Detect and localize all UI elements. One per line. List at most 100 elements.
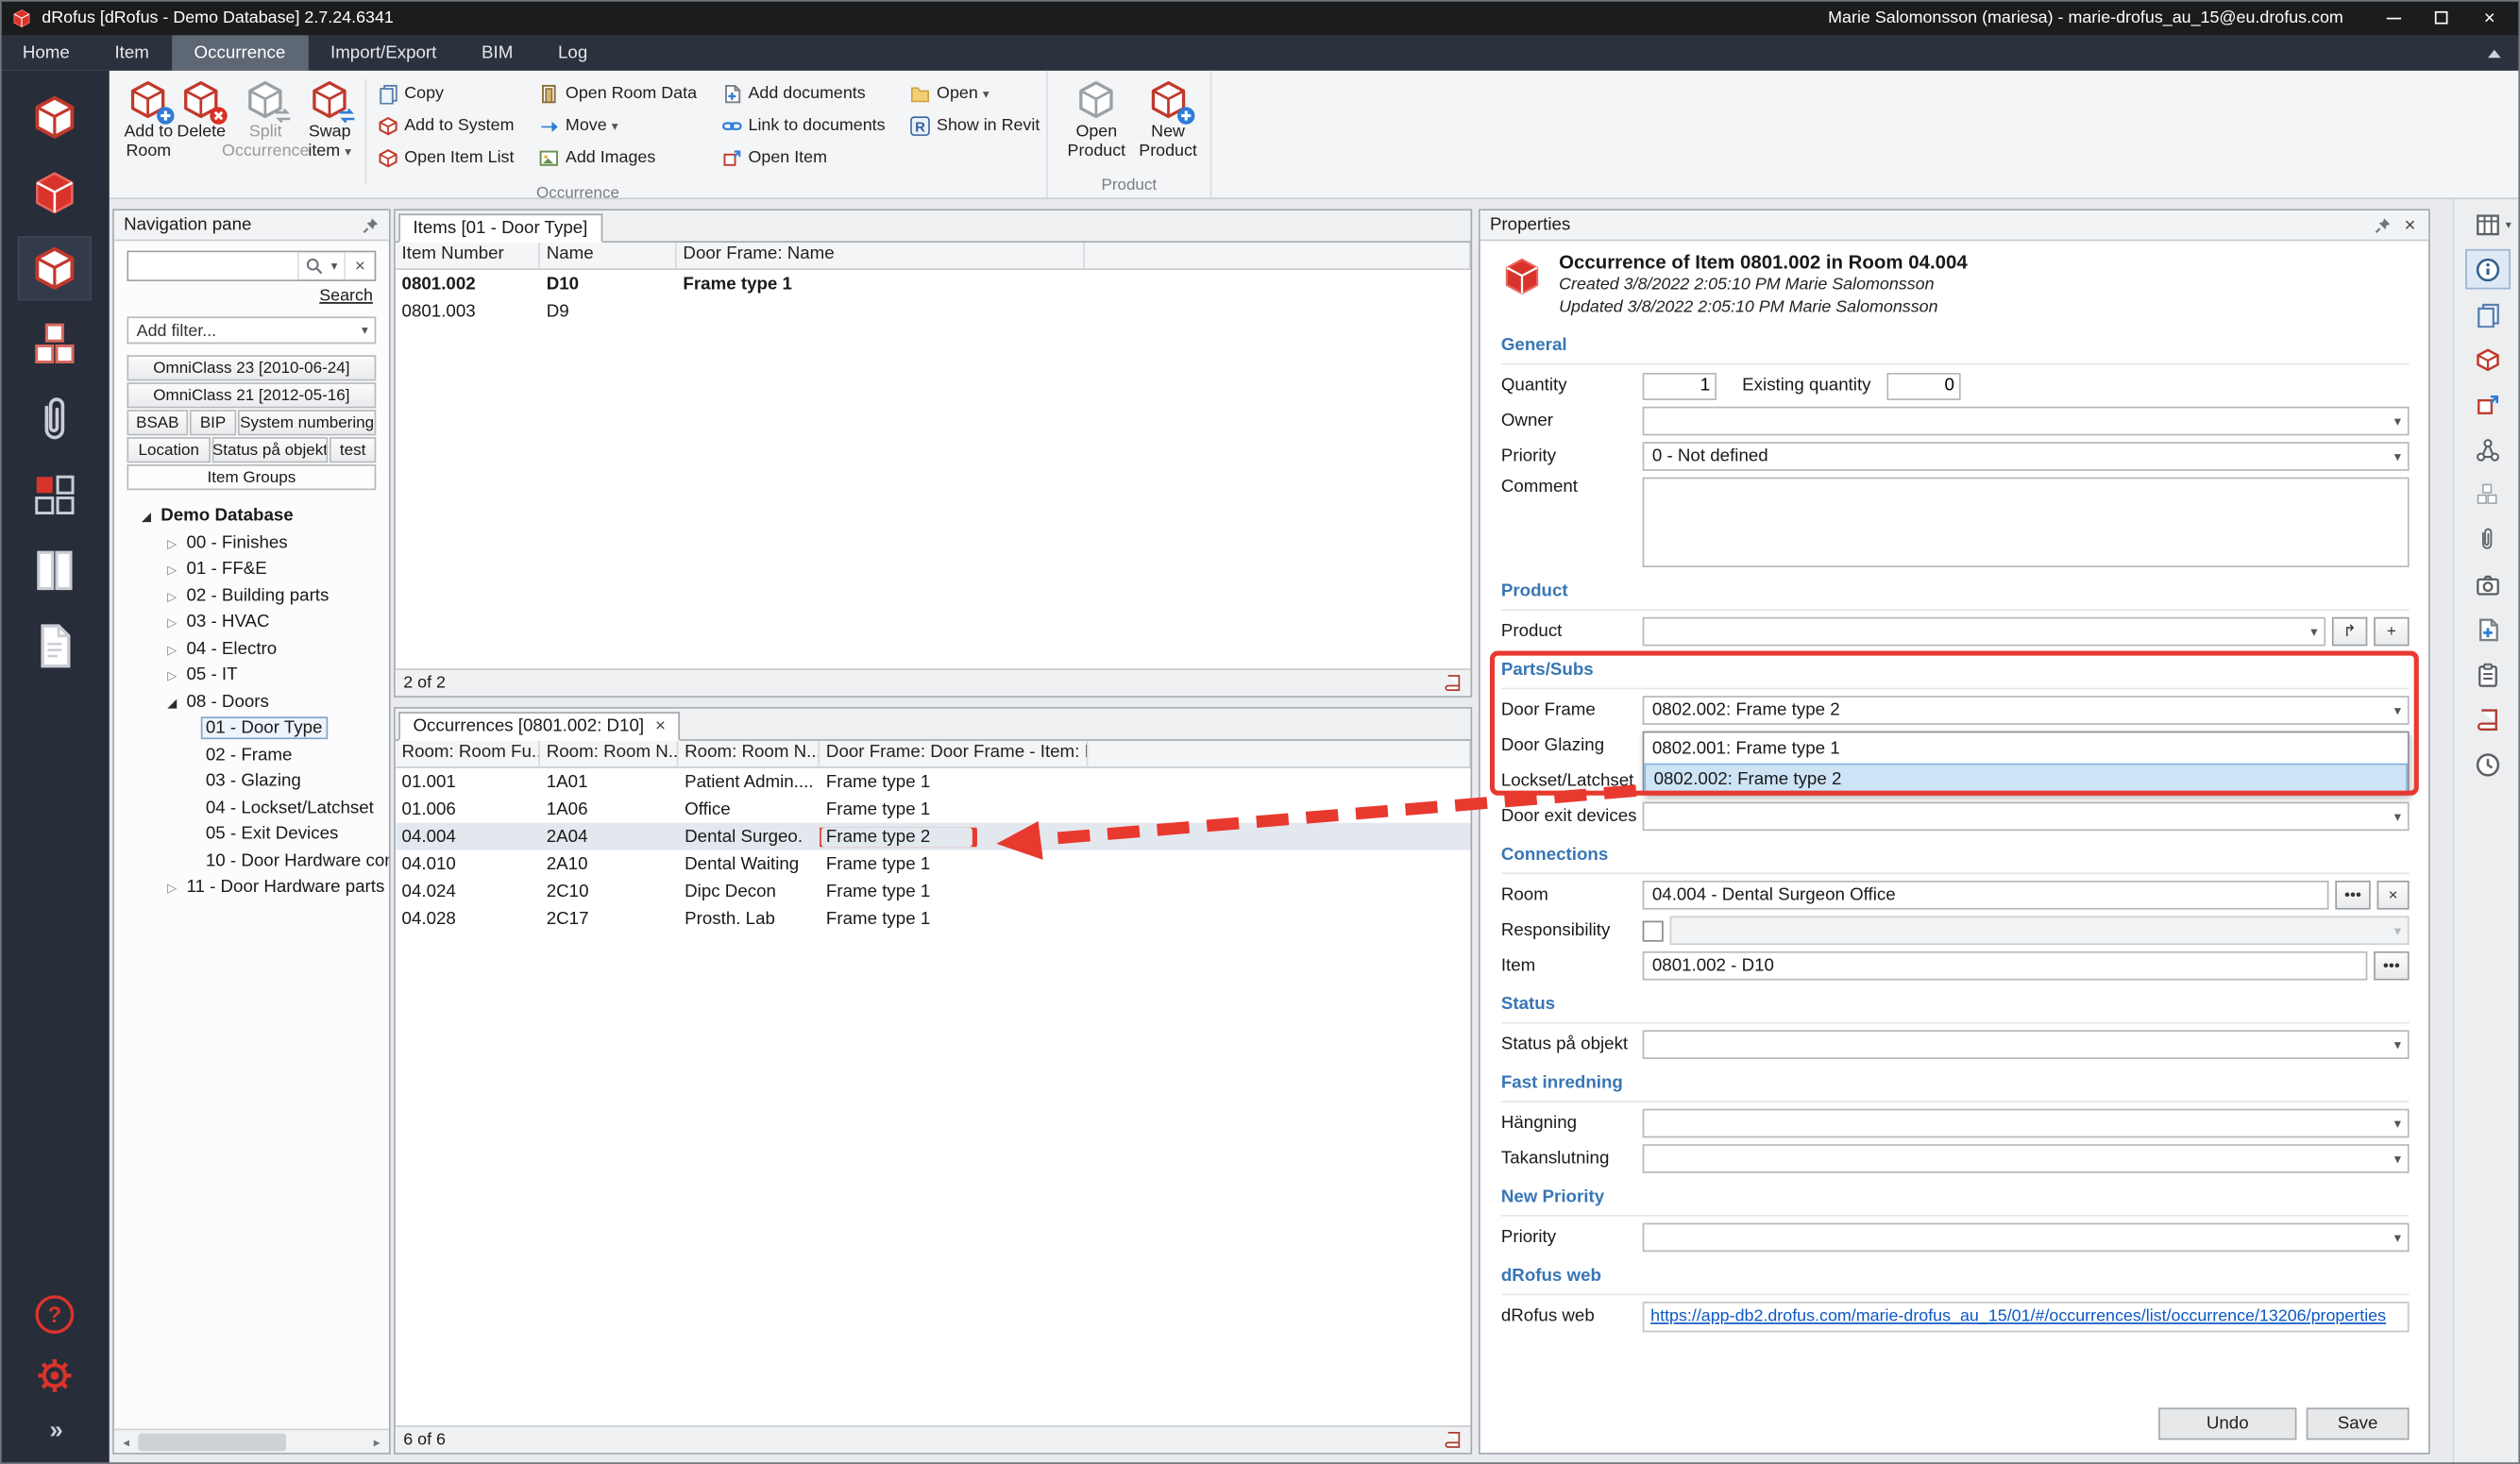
forms-icon[interactable] <box>2464 294 2510 335</box>
reports-module-icon[interactable] <box>19 540 90 601</box>
delete-button[interactable]: Delete <box>175 76 228 143</box>
existing-quantity-field[interactable] <box>1886 372 1960 399</box>
search-link[interactable]: Search <box>319 286 373 305</box>
filter-omniclass23-button[interactable]: OmniClass 23 [2010-06-24] <box>127 355 376 380</box>
close-button[interactable]: × <box>2465 0 2513 35</box>
takanslutning-dropdown[interactable] <box>1643 1144 2410 1173</box>
move-button[interactable]: Move <box>538 112 697 138</box>
tree-collapsed-icon[interactable] <box>162 665 181 684</box>
tree-item-11-door-hardware-parts[interactable]: 11 - Door Hardware parts <box>114 874 389 900</box>
product-dropdown[interactable] <box>1643 617 2326 647</box>
hangning-dropdown[interactable] <box>1643 1109 2410 1138</box>
priority-dropdown[interactable]: 0 - Not defined <box>1643 442 2410 471</box>
link-to-documents-button[interactable]: Link to documents <box>721 112 886 138</box>
documents-icon[interactable] <box>2464 609 2510 649</box>
tree-collapsed-icon[interactable] <box>162 560 181 579</box>
history-icon[interactable] <box>2464 744 2510 784</box>
add-to-room-button[interactable]: Add to Room <box>122 76 175 161</box>
tree-collapsed-icon[interactable] <box>162 613 181 631</box>
tree-item-05-exit-devices[interactable]: 05 - Exit Devices <box>114 821 389 848</box>
table-row[interactable]: 04.010 2A10 Dental Waiting Frame type 1 <box>396 850 1471 878</box>
add-product-button[interactable]: + <box>2374 617 2409 647</box>
column-header[interactable]: Name <box>540 243 677 268</box>
tree-item-04-electro[interactable]: 04 - Electro <box>114 635 389 662</box>
tree-item-01-ffe[interactable]: 01 - FF&E <box>114 556 389 582</box>
maximize-button[interactable] <box>2417 0 2465 35</box>
scroll-right-icon[interactable]: ▸ <box>364 1434 389 1448</box>
tree-collapsed-icon[interactable] <box>162 639 181 658</box>
tree-collapsed-icon[interactable] <box>162 878 181 897</box>
tab-items[interactable]: Items [01 - Door Type] <box>398 213 602 243</box>
scroll-left-icon[interactable]: ◂ <box>114 1434 139 1448</box>
filter-system-numbering-button[interactable]: System numbering <box>238 410 376 435</box>
column-header[interactable]: Room: Room N... <box>540 741 678 766</box>
room-browse-button[interactable]: ••• <box>2335 881 2370 910</box>
table-row[interactable]: 0801.002 D10 Frame type 1 <box>396 270 1471 297</box>
door-glazing-dropdown[interactable]: 0802.001: Frame type 1 0802.002: Frame t… <box>1643 732 2410 761</box>
tree-item-02-frame[interactable]: 02 - Frame <box>114 742 389 768</box>
swap-item-button[interactable]: Swap item <box>303 76 356 161</box>
table-row[interactable]: 01.001 1A01 Patient Admin.... Frame type… <box>396 768 1471 796</box>
menu-occurrence[interactable]: Occurrence <box>172 35 308 70</box>
add-documents-button[interactable]: Add documents <box>721 80 886 106</box>
menu-home[interactable]: Home <box>0 35 93 70</box>
minimize-button[interactable] <box>2369 0 2417 35</box>
images-icon[interactable] <box>2464 564 2510 605</box>
menu-log[interactable]: Log <box>535 35 610 70</box>
dropdown-option-selected[interactable]: 0802.002: Frame type 2 <box>1644 764 2408 794</box>
attachments-module-icon[interactable] <box>19 389 90 450</box>
systems-icon[interactable] <box>2464 429 2510 470</box>
filter-bsab-button[interactable]: BSAB <box>127 410 188 435</box>
tree-expanded-icon[interactable] <box>137 507 156 526</box>
scrollbar-thumb[interactable] <box>138 1434 286 1452</box>
collapse-ribbon-button[interactable] <box>2488 35 2501 70</box>
tree-item-03-glazing[interactable]: 03 - Glazing <box>114 768 389 795</box>
new-product-button[interactable]: New Product <box>1132 76 1204 161</box>
tree-collapsed-icon[interactable] <box>162 586 181 605</box>
settings-gear-icon[interactable] <box>34 1355 76 1396</box>
checklist-icon[interactable] <box>2464 654 2510 695</box>
status-pa-objekt-dropdown[interactable] <box>1643 1030 2410 1059</box>
open-item-icon[interactable] <box>2464 384 2510 425</box>
add-filter-dropdown[interactable]: Add filter... <box>127 316 376 344</box>
tree-item-08-doors[interactable]: 08 - Doors <box>114 689 389 715</box>
table-row-selected[interactable]: 04.004 2A04 Dental Surgeo. Frame type 2 <box>396 823 1471 850</box>
undo-button[interactable]: Undo <box>2158 1407 2296 1439</box>
menu-bim[interactable]: BIM <box>459 35 535 70</box>
filter-item-groups-button[interactable]: Item Groups <box>127 464 376 490</box>
documents-module-icon[interactable] <box>19 615 90 677</box>
close-tab-icon[interactable]: × <box>655 717 666 735</box>
log-book-icon[interactable] <box>1444 673 1463 692</box>
items-module-icon[interactable] <box>19 162 90 224</box>
tree-expanded-icon[interactable] <box>162 692 181 711</box>
info-icon[interactable] <box>2464 249 2510 290</box>
menu-import-export[interactable]: Import/Export <box>308 35 459 70</box>
table-row[interactable]: 04.028 2C17 Prosth. Lab Frame type 1 <box>396 905 1471 933</box>
table-row[interactable]: 04.024 2C10 Dipc Decon Frame type 1 <box>396 878 1471 905</box>
search-input[interactable] <box>128 252 297 279</box>
room-field[interactable]: 04.004 - Dental Surgeon Office <box>1643 881 2329 910</box>
add-images-button[interactable]: Add Images <box>538 144 697 170</box>
tree-item-02-building-parts[interactable]: 02 - Building parts <box>114 582 389 609</box>
responsibility-dropdown[interactable] <box>1670 916 2410 945</box>
grid-view-icon[interactable]: ▾ <box>2464 204 2510 244</box>
column-header[interactable]: Item Number <box>396 243 540 268</box>
menu-item[interactable]: Item <box>93 35 172 70</box>
copy-button[interactable]: Copy <box>377 80 514 106</box>
dropdown-option[interactable]: 0802.001: Frame type 1 <box>1644 732 2408 763</box>
close-panel-icon[interactable]: × <box>2401 215 2419 234</box>
pin-icon[interactable] <box>362 216 380 234</box>
owner-dropdown[interactable] <box>1643 407 2410 436</box>
tree-item-01-door-type[interactable]: 01 - Door Type <box>114 715 389 742</box>
drofus-web-link[interactable]: https://app-db2.drofus.com/marie-drofus_… <box>1650 1306 2386 1325</box>
pin-icon[interactable] <box>2374 216 2392 234</box>
occurrences-module-icon[interactable] <box>19 238 90 299</box>
attachments-icon[interactable] <box>2464 519 2510 560</box>
tree-item-demo-database[interactable]: Demo Database <box>114 503 389 530</box>
open-item-button[interactable]: Open Item <box>721 144 886 170</box>
tree-item-03-hvac[interactable]: 03 - HVAC <box>114 609 389 635</box>
systems-module-icon[interactable] <box>19 313 90 375</box>
room-clear-button[interactable]: × <box>2377 881 2410 910</box>
responsibility-checkbox[interactable] <box>1643 920 1664 941</box>
open-button[interactable]: Open <box>909 80 1040 106</box>
